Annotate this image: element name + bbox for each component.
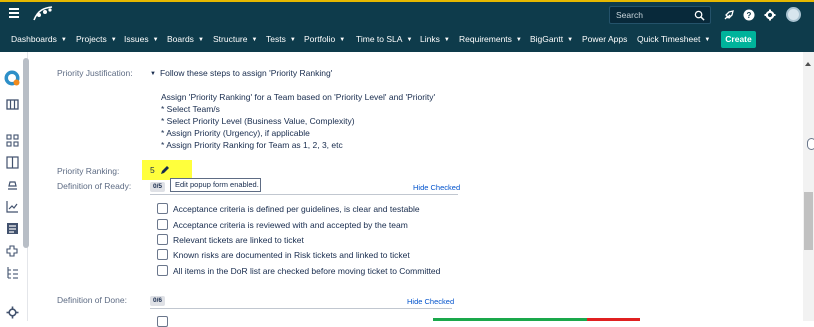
dod-divider (150, 308, 452, 309)
user-avatar[interactable] (786, 7, 801, 22)
nav-power-apps[interactable]: Power Apps (582, 27, 627, 52)
dod-checkbox[interactable] (157, 316, 168, 327)
add-ons-icon[interactable] (6, 244, 19, 257)
nav-label: Structure (213, 34, 248, 44)
nav-quick-timesheet[interactable]: Quick Timesheet ▼ (637, 27, 710, 52)
dor-checkbox[interactable] (157, 219, 168, 230)
definition-of-ready-label: Definition of Ready: (57, 181, 132, 191)
search-placeholder: Search (616, 10, 643, 20)
edit-tooltip: Edit popup form enabled. (170, 178, 261, 192)
rocket-icon[interactable] (723, 9, 735, 21)
settings-icon[interactable] (764, 9, 776, 21)
priority-justification-label: Priority Justification: (57, 68, 133, 78)
hamburger-icon[interactable] (9, 8, 19, 18)
nav-links[interactable]: Links ▼ (420, 27, 450, 52)
nav-label: Links (420, 34, 440, 44)
chevron-down-icon: ▼ (515, 37, 522, 43)
main-nav: Dashboards ▼ Projects ▼ Issues ▼ Boards ▼ St… (0, 27, 814, 52)
chevron-down-icon: ▼ (339, 37, 346, 43)
nav-label: BigGantt (530, 34, 564, 44)
create-button[interactable]: Create (721, 31, 756, 48)
columns-icon[interactable] (6, 156, 19, 169)
nav-label: Quick Timesheet (637, 34, 701, 44)
chevron-down-icon: ▼ (251, 37, 258, 43)
dor-item-label: Relevant tickets are linked to ticket (173, 235, 304, 245)
priority-ranking-value[interactable]: 5 (150, 165, 155, 175)
nav-issues[interactable]: Issues ▼ (124, 27, 159, 52)
chevron-down-icon: ▼ (406, 37, 413, 43)
nav-dashboards[interactable]: Dashboards ▼ (11, 27, 67, 52)
priority-justification-intro: Assign 'Priority Ranking' for a Team bas… (161, 92, 436, 102)
app-logo[interactable] (30, 4, 58, 24)
dor-checkbox[interactable] (157, 249, 168, 260)
dor-divider (150, 194, 458, 195)
chevron-down-icon: ▼ (567, 37, 574, 43)
components-icon[interactable] (6, 134, 19, 147)
project-avatar-icon[interactable] (4, 70, 20, 86)
releases-icon[interactable] (6, 178, 19, 191)
priority-justification-step: * Assign Priority (Urgency), if applicab… (161, 128, 310, 138)
dor-checkbox[interactable] (157, 203, 168, 214)
nav-time-to-sla[interactable]: Time to SLA ▼ (356, 27, 412, 52)
nav-label: Projects (76, 34, 107, 44)
priority-justification-step: * Select Team/s (161, 104, 220, 114)
nav-label: Tests (266, 34, 286, 44)
nav-label: Issues (124, 34, 149, 44)
page-scrollbar[interactable] (803, 52, 814, 321)
nav-label: Boards (167, 34, 194, 44)
pencil-icon[interactable] (160, 165, 170, 175)
sidebar-scroll-handle[interactable] (23, 58, 29, 248)
project-settings-icon[interactable] (6, 306, 19, 319)
definition-of-done-label: Definition of Done: (57, 295, 127, 305)
priority-justification-toggle[interactable]: ▼ Follow these steps to assign 'Priority … (150, 68, 332, 78)
nav-projects[interactable]: Projects ▼ (76, 27, 117, 52)
search-input[interactable]: Search (609, 6, 711, 24)
panel-resize-handle[interactable] (807, 138, 814, 150)
dor-count-badge: 0/5 (150, 182, 165, 192)
dor-checkbox[interactable] (157, 234, 168, 245)
chevron-down-icon: ▼ (60, 37, 67, 43)
nav-structure[interactable]: Structure ▼ (213, 27, 257, 52)
nav-portfolio[interactable]: Portfolio ▼ (304, 27, 345, 52)
chevron-down-icon: ▼ (289, 37, 296, 43)
nav-label: Requirements (459, 34, 512, 44)
board-icon[interactable] (6, 98, 19, 111)
reports-icon[interactable] (6, 200, 19, 213)
dor-item-label: Known risks are documented in Risk ticke… (173, 250, 410, 260)
priority-justification-step: * Assign Priority Ranking for Team as 1,… (161, 140, 343, 150)
top-bar: Search ? (0, 2, 814, 27)
dod-hide-checked-link[interactable]: Hide Checked (407, 297, 454, 306)
chevron-down-icon: ▼ (704, 37, 711, 43)
nav-label: Power Apps (582, 34, 628, 44)
nav-requirements[interactable]: Requirements ▼ (459, 27, 522, 52)
nav-tests[interactable]: Tests ▼ (266, 27, 296, 52)
nav-label: Time to SLA (356, 34, 403, 44)
dor-item-label: Acceptance criteria is defined per guide… (173, 204, 420, 214)
chevron-down-icon: ▼ (152, 37, 159, 43)
nav-biggantt[interactable]: BigGantt ▼ (530, 27, 573, 52)
svg-text:?: ? (747, 11, 752, 20)
scrollbar-thumb[interactable] (804, 192, 813, 250)
issues-icon[interactable] (6, 222, 19, 235)
dor-checkbox[interactable] (157, 265, 168, 276)
priority-justification-step: * Select Priority Level (Business Value,… (161, 116, 355, 126)
chevron-down-icon: ▼ (443, 37, 450, 43)
nav-label: Dashboards (11, 34, 57, 44)
dor-item-label: All items in the DoR list are checked be… (173, 266, 441, 276)
chevron-down-icon: ▼ (197, 37, 204, 43)
dor-hide-checked-link[interactable]: Hide Checked (413, 183, 460, 192)
chevron-down-icon: ▼ (110, 37, 117, 43)
dod-count-badge: 0/6 (150, 296, 165, 306)
search-icon[interactable] (694, 10, 705, 21)
chevron-down-icon: ▼ (150, 71, 156, 77)
nav-label: Portfolio (304, 34, 336, 44)
nav-boards[interactable]: Boards ▼ (167, 27, 204, 52)
dor-item-label: Acceptance criteria is reviewed with and… (173, 220, 408, 230)
scroll-up-arrow-icon[interactable] (805, 62, 811, 66)
structure-icon[interactable] (6, 266, 19, 279)
help-icon[interactable]: ? (743, 9, 755, 21)
priority-justification-toggle-label: Follow these steps to assign 'Priority R… (159, 68, 333, 78)
priority-ranking-label: Priority Ranking: (57, 166, 120, 176)
